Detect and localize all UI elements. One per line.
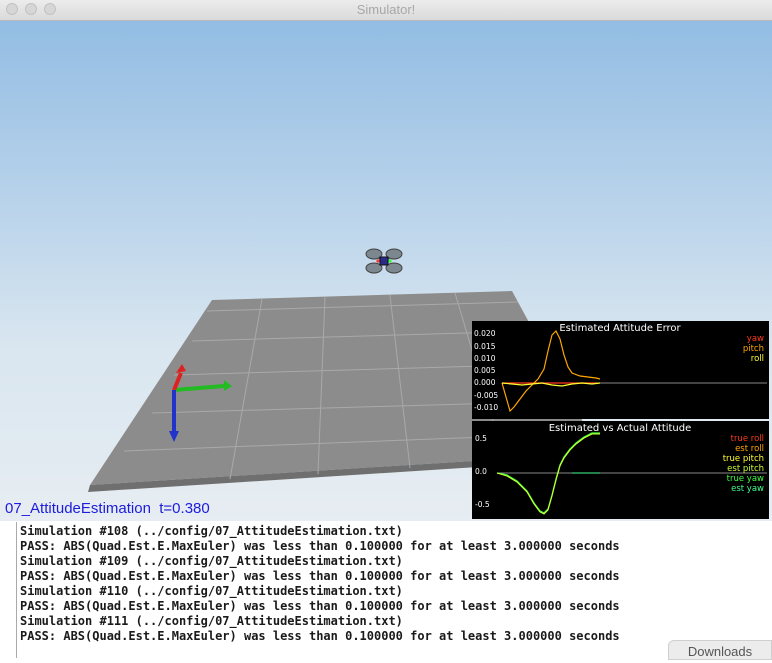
y-tick-label: -0.005 (474, 391, 498, 400)
console-line: Simulation #110 (../config/07_AttitudeEs… (20, 584, 403, 598)
attitude-comparison-plot: Estimated vs Actual Attitude 0.5 0.0 -0.… (472, 421, 769, 519)
console-line: PASS: ABS(Quad.Est.E.MaxEuler) was less … (20, 629, 620, 643)
legend-label: yaw (747, 334, 764, 344)
legend-label: est yaw (731, 484, 764, 494)
downloads-button[interactable]: Downloads (668, 640, 772, 660)
simulation-label: 07_AttitudeEstimation t=0.380 (5, 500, 210, 517)
y-tick-label: 0.010 (474, 354, 496, 363)
console-line: Simulation #111 (../config/07_AttitudeEs… (20, 614, 403, 628)
plot-title: Estimated vs Actual Attitude (549, 423, 692, 434)
legend-label: pitch (743, 344, 764, 354)
legend-label: est roll (735, 444, 764, 454)
y-tick-label: 0.5 (475, 434, 487, 443)
console-line: Simulation #109 (../config/07_AttitudeEs… (20, 554, 403, 568)
legend-label: est pitch (727, 464, 764, 474)
console-line: PASS: ABS(Quad.Est.E.MaxEuler) was less … (20, 599, 620, 613)
console-line: Simulation #108 (../config/07_AttitudeEs… (20, 524, 403, 538)
y-tick-label: 0.000 (474, 378, 496, 387)
y-tick-label: 0.015 (474, 342, 496, 351)
y-tick-label: 0.020 (474, 329, 496, 338)
y-tick-label: 0.005 (474, 366, 496, 375)
console-output[interactable]: Simulation #108 (../config/07_AttitudeEs… (0, 522, 772, 658)
y-tick-label: -0.5 (475, 500, 490, 509)
attitude-error-plot: Estimated Attitude Error 0.020 0.015 0.0… (472, 321, 769, 419)
legend-label: true pitch (723, 454, 764, 464)
series-line-pitch (501, 329, 601, 413)
console-text-area[interactable]: Simulation #108 (../config/07_AttitudeEs… (16, 522, 764, 658)
legend-label: roll (751, 354, 764, 364)
console-line: PASS: ABS(Quad.Est.E.MaxEuler) was less … (20, 569, 620, 583)
console-line: PASS: ABS(Quad.Est.E.MaxEuler) was less … (20, 539, 620, 553)
window-title: Simulator! (356, 2, 416, 17)
y-tick-label: -0.010 (474, 403, 498, 412)
legend-label: true roll (731, 434, 764, 444)
window-titlebar: Simulator! (0, 0, 772, 21)
y-tick-label: 0.0 (475, 467, 487, 476)
legend-label: true yaw (727, 474, 764, 484)
plot-title: Estimated Attitude Error (559, 323, 681, 334)
series-line-est-roll (496, 433, 600, 515)
quadcopter-icon (365, 248, 403, 274)
